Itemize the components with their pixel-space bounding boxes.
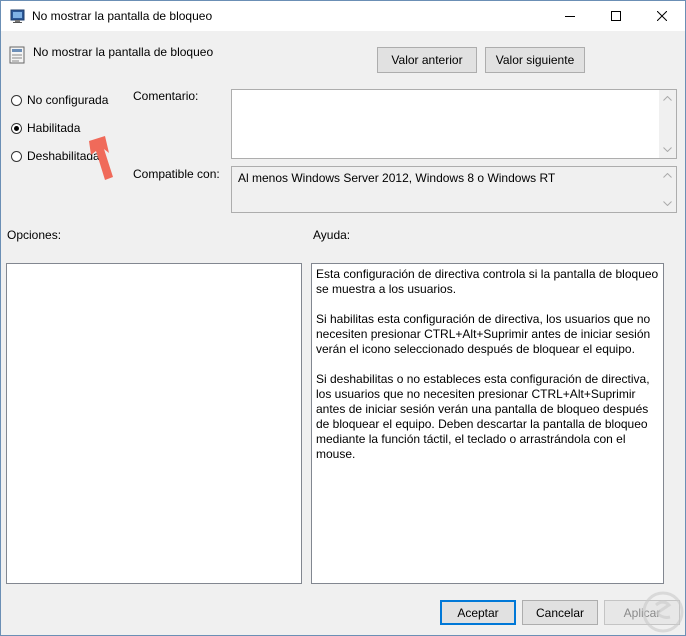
previous-setting-button[interactable]: Valor anterior	[377, 47, 477, 73]
watermark-logo-icon	[642, 591, 684, 633]
next-setting-button[interactable]: Valor siguiente	[485, 47, 585, 73]
radio-button-selected[interactable]	[11, 122, 22, 134]
chevron-up-icon	[663, 173, 672, 178]
radio-label: Habilitada	[27, 121, 81, 135]
help-paragraph: Si habilitas esta configuración de direc…	[316, 312, 651, 356]
comment-label: Comentario:	[133, 89, 199, 103]
help-text: Esta configuración de directiva controla…	[316, 267, 659, 477]
cancel-button[interactable]: Cancelar	[522, 600, 598, 625]
scroll-down-button[interactable]	[659, 195, 676, 212]
minimize-button[interactable]	[547, 1, 593, 31]
title-bar[interactable]: No mostrar la pantalla de bloqueo	[1, 1, 685, 31]
chevron-down-icon	[663, 147, 672, 152]
scroll-down-button[interactable]	[659, 141, 676, 158]
help-paragraph: Esta configuración de directiva controla…	[316, 267, 659, 296]
scroll-up-button[interactable]	[659, 167, 676, 184]
close-icon	[657, 11, 667, 21]
radio-not-configured[interactable]: No configurada	[11, 93, 108, 107]
maximize-icon	[611, 11, 621, 21]
radio-label: No configurada	[27, 93, 109, 107]
scroll-up-button[interactable]	[659, 90, 676, 107]
chevron-down-icon	[663, 201, 672, 206]
radio-button[interactable]	[11, 150, 22, 162]
help-label: Ayuda:	[313, 228, 351, 242]
window-title: No mostrar la pantalla de bloqueo	[32, 9, 213, 23]
radio-button[interactable]	[11, 94, 22, 106]
options-panel[interactable]	[6, 263, 302, 584]
comment-field[interactable]	[231, 89, 677, 159]
comment-scrollbar[interactable]	[659, 90, 676, 158]
compatible-scrollbar[interactable]	[659, 167, 676, 212]
policy-setting-icon	[9, 46, 25, 64]
maximize-button[interactable]	[593, 1, 639, 31]
compatible-field: Al menos Windows Server 2012, Windows 8 …	[231, 166, 677, 213]
chevron-up-icon	[663, 96, 672, 101]
group-policy-app-icon	[10, 8, 26, 24]
compatible-label: Compatible con:	[133, 167, 220, 181]
help-panel[interactable]: Esta configuración de directiva controla…	[311, 263, 664, 584]
close-button[interactable]	[639, 1, 685, 31]
policy-dialog: No mostrar la pantalla de bloqueo No mos…	[0, 0, 686, 636]
setting-name: No mostrar la pantalla de bloqueo	[33, 45, 214, 59]
comment-input[interactable]	[232, 90, 659, 158]
annotation-arrow-icon	[89, 136, 113, 180]
help-paragraph: Si deshabilitas o no estableces esta con…	[316, 372, 650, 461]
options-label: Opciones:	[7, 228, 62, 242]
compatible-value: Al menos Windows Server 2012, Windows 8 …	[238, 171, 556, 185]
radio-enabled[interactable]: Habilitada	[11, 121, 80, 135]
accept-button[interactable]: Aceptar	[440, 600, 516, 625]
minimize-icon	[565, 16, 575, 17]
